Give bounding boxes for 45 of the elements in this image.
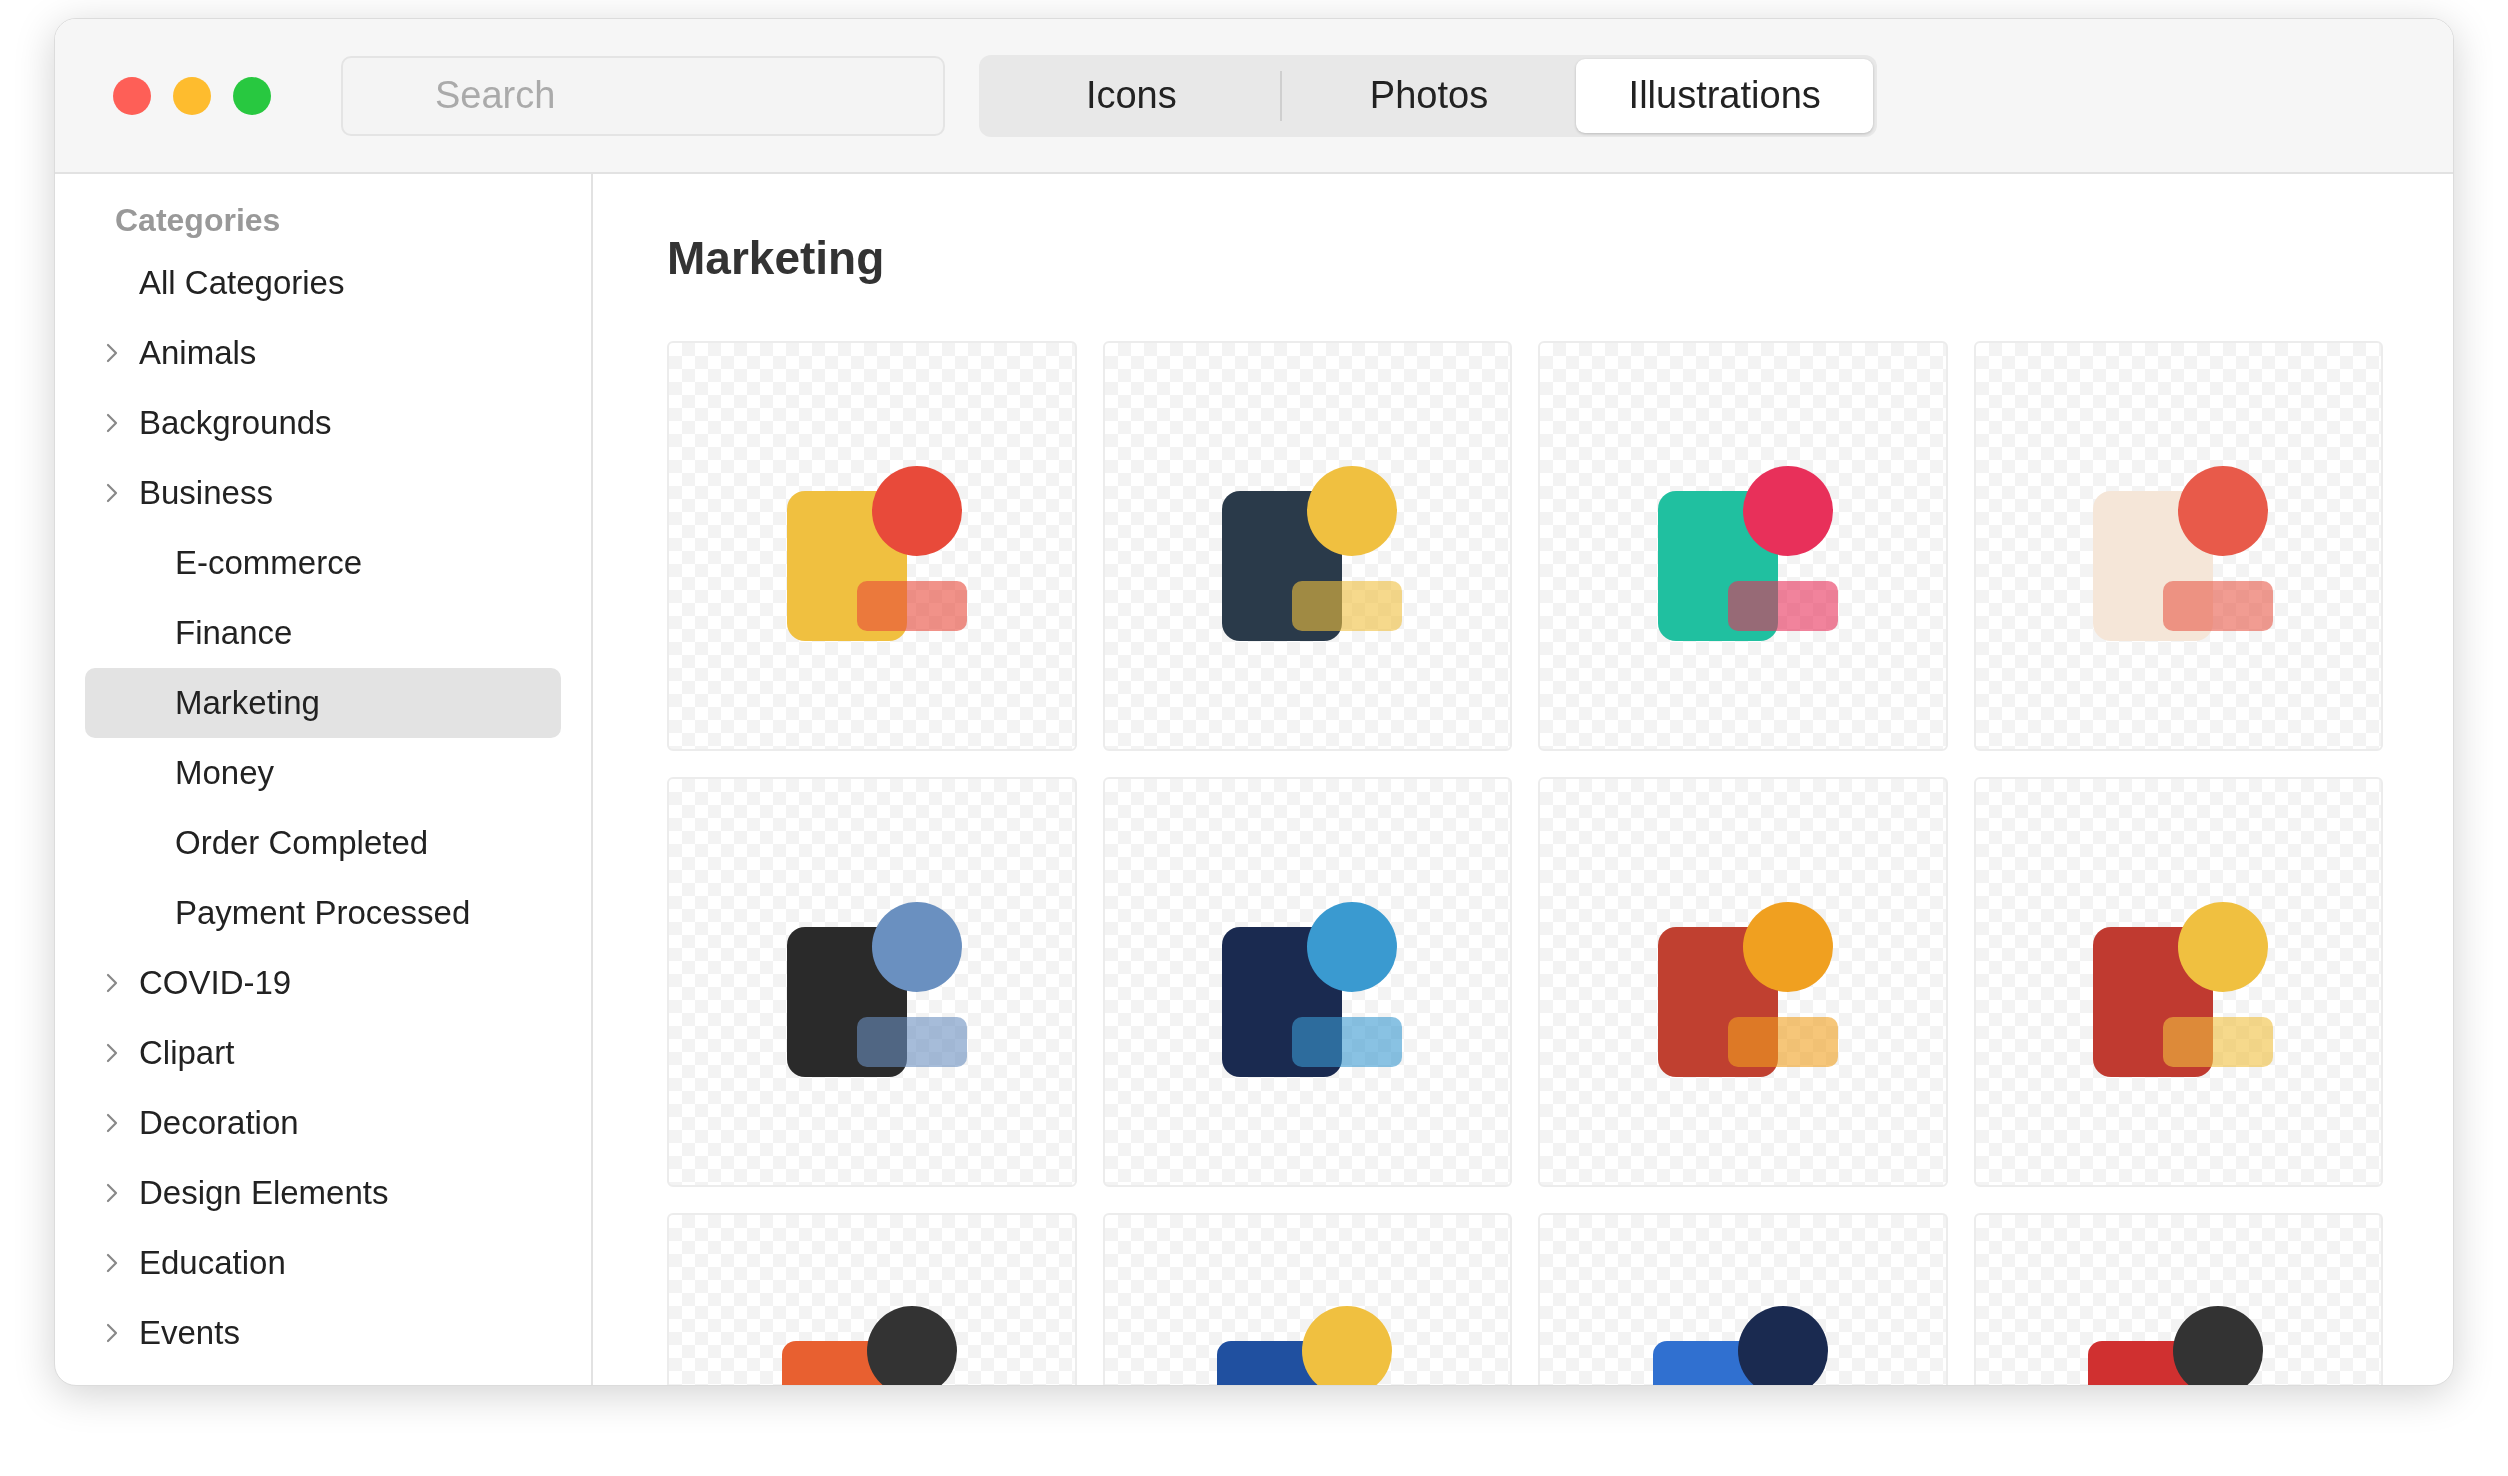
illustration-tile[interactable] <box>1538 341 1948 751</box>
sidebar-item[interactable]: Decoration <box>85 1088 561 1158</box>
close-button[interactable] <box>113 76 151 115</box>
illustration-tile[interactable] <box>1102 777 1512 1187</box>
illustration-tile[interactable] <box>667 341 1077 751</box>
chevron-icon[interactable] <box>105 1322 119 1344</box>
chevron-icon[interactable] <box>105 482 119 504</box>
content-title: Marketing <box>667 231 886 286</box>
chevron-icon[interactable] <box>105 1112 119 1134</box>
sidebar-item[interactable]: E-commerce <box>85 528 561 598</box>
sidebar-item[interactable]: Money <box>85 738 561 808</box>
sidebar-heading: Categories <box>114 201 282 240</box>
sidebar-item[interactable]: All Categories <box>85 248 561 318</box>
sidebar-item[interactable]: Marketing <box>85 668 561 738</box>
sidebar-item[interactable]: Order Completed <box>85 808 561 878</box>
sidebar-item[interactable]: Finance <box>85 598 561 668</box>
sidebar-item[interactable]: Backgrounds <box>85 388 561 458</box>
sidebar-item[interactable]: Clipart <box>85 1018 561 1088</box>
chevron-icon[interactable] <box>105 412 119 434</box>
illustration-tile[interactable] <box>1102 341 1512 751</box>
sidebar-item[interactable]: Payment Processed <box>85 878 561 948</box>
segment-tab[interactable]: Illustrations <box>1576 58 1873 133</box>
segment-tab[interactable]: Photos <box>1281 58 1577 133</box>
chevron-icon[interactable] <box>105 972 119 994</box>
illustration-tile[interactable] <box>1973 777 2383 1187</box>
illustration-tile[interactable] <box>1538 777 1948 1187</box>
sidebar-item[interactable]: Business <box>85 458 561 528</box>
chevron-icon[interactable] <box>105 342 119 364</box>
segment-tab[interactable]: Icons <box>983 58 1280 133</box>
illustration-tile[interactable] <box>667 777 1077 1187</box>
chevron-icon[interactable] <box>105 1252 119 1274</box>
illustration-tile[interactable] <box>1973 1213 2383 1385</box>
illustration-tile[interactable] <box>667 1213 1077 1385</box>
sidebar-item[interactable]: COVID-19 <box>85 948 561 1018</box>
sidebar-item[interactable]: Events <box>85 1298 561 1368</box>
zoom-button[interactable] <box>233 76 271 115</box>
sidebar-item[interactable]: Animals <box>85 318 561 388</box>
illustration-tile[interactable] <box>1538 1213 1948 1385</box>
search-field[interactable]: Search <box>341 55 945 136</box>
sidebar-item[interactable]: Design Elements <box>85 1158 561 1228</box>
chevron-icon[interactable] <box>105 1182 119 1204</box>
chevron-icon[interactable] <box>105 1042 119 1064</box>
illustration-tile[interactable] <box>1102 1213 1512 1385</box>
illustration-tile[interactable] <box>1973 341 2383 751</box>
sidebar-item[interactable]: Education <box>85 1228 561 1298</box>
